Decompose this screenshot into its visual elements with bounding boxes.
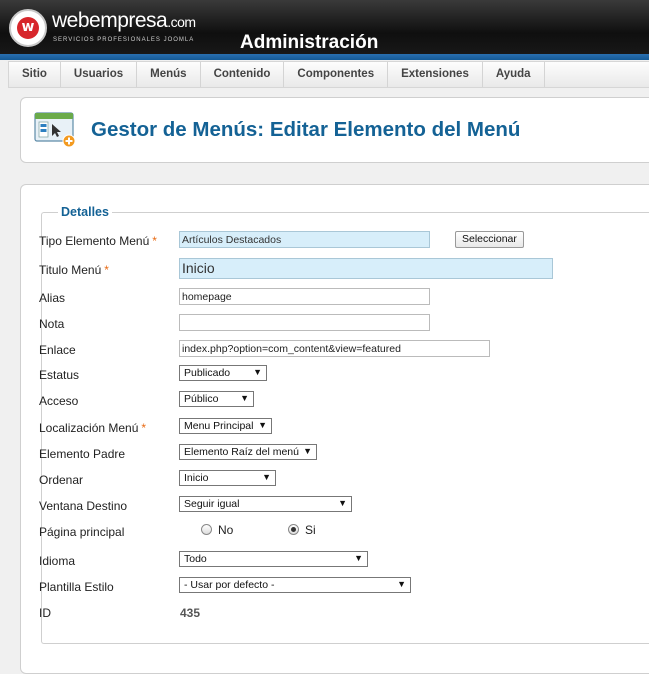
id-value: 435	[180, 606, 201, 620]
label-pagina-principal: Página principal	[39, 525, 125, 539]
header-bar: w webempresa.com SERVICIOS PROFESIONALES…	[0, 0, 649, 60]
row-idioma: Idioma Todo ▼	[39, 551, 639, 571]
menu-item-contenido[interactable]: Contenido	[201, 62, 285, 87]
label-ordenar: Ordenar	[39, 473, 84, 487]
chevron-down-icon: ▼	[338, 498, 347, 508]
label-plantilla: Plantilla Estilo	[39, 580, 114, 594]
menu-item-extensiones[interactable]: Extensiones	[388, 62, 483, 87]
status-select[interactable]: Publicado ▼	[179, 365, 267, 381]
home-radio-no-label: No	[218, 523, 234, 537]
note-input[interactable]	[179, 314, 430, 331]
row-enlace: Enlace index.php?option=com_content&view…	[39, 340, 639, 360]
chevron-down-icon: ▼	[240, 393, 249, 403]
row-localizacion: Localización Menú * Menu Principal ▼	[39, 418, 639, 438]
language-select[interactable]: Todo ▼	[179, 551, 368, 567]
details-legend: Detalles	[58, 205, 112, 219]
admin-title: Administración	[240, 32, 379, 53]
row-alias: Alias homepage	[39, 288, 639, 308]
webempresa-logo-icon[interactable]: w	[9, 9, 47, 47]
row-tipo: Tipo Elemento Menú * Artículos Destacados…	[39, 231, 639, 251]
menu-item-usuarios[interactable]: Usuarios	[61, 62, 138, 87]
home-radio-no[interactable]	[201, 524, 212, 535]
menu-location-select[interactable]: Menu Principal ▼	[179, 418, 272, 434]
brand-name: webempresa.com	[52, 9, 196, 32]
chevron-down-icon: ▼	[258, 420, 267, 430]
chevron-down-icon: ▼	[354, 553, 363, 563]
label-padre: Elemento Padre	[39, 447, 126, 461]
label-tipo: Tipo Elemento Menú *	[39, 234, 157, 248]
menu-item-componentes[interactable]: Componentes	[284, 62, 389, 87]
ordering-select[interactable]: Inicio ▼	[179, 470, 276, 486]
row-plantilla: Plantilla Estilo - Usar por defecto - ▼	[39, 577, 639, 597]
target-window-select[interactable]: Seguir igual ▼	[179, 496, 352, 512]
parent-item-select[interactable]: Elemento Raíz del menú ▼	[179, 444, 317, 460]
tipo-field[interactable]: Artículos Destacados	[179, 231, 430, 248]
label-acceso: Acceso	[39, 394, 79, 408]
label-idioma: Idioma	[39, 554, 76, 568]
template-style-select[interactable]: - Usar por defecto - ▼	[179, 577, 411, 593]
page-title: Gestor de Menús: Editar Elemento del Men…	[91, 118, 521, 141]
row-id: ID 435	[39, 603, 639, 623]
label-localizacion: Localización Menú *	[39, 421, 147, 435]
menu-item-ayuda[interactable]: Ayuda	[483, 62, 545, 87]
row-nota: Nota	[39, 314, 639, 334]
row-estatus: Estatus Publicado ▼	[39, 365, 639, 385]
menu-item-sitio[interactable]: Sitio	[9, 62, 61, 87]
home-radio-si-label: Si	[305, 523, 316, 537]
link-input[interactable]: index.php?option=com_content&view=featur…	[179, 340, 490, 357]
row-titulo: Titulo Menú * Inicio	[39, 258, 639, 280]
header-stripe	[0, 54, 649, 60]
menu-item-menus[interactable]: Menús	[137, 62, 201, 87]
label-alias: Alias	[39, 291, 66, 305]
menu-manager-add-icon	[34, 112, 76, 148]
brand-tagline: SERVICIOS PROFESIONALES JOOMLA	[53, 37, 195, 43]
label-enlace: Enlace	[39, 343, 76, 357]
chevron-down-icon: ▼	[262, 472, 271, 482]
row-padre: Elemento Padre Elemento Raíz del menú ▼	[39, 444, 639, 464]
label-titulo: Titulo Menú *	[39, 263, 109, 277]
chevron-down-icon: ▼	[303, 446, 312, 456]
select-type-button[interactable]: Seleccionar	[455, 231, 524, 248]
label-nota: Nota	[39, 317, 65, 331]
label-id: ID	[39, 606, 51, 620]
home-radio-si[interactable]	[288, 524, 299, 535]
main-menu-bar: Sitio Usuarios Menús Contenido Component…	[8, 61, 649, 88]
title-panel: Gestor de Menús: Editar Elemento del Men…	[20, 97, 649, 163]
row-ventana: Ventana Destino Seguir igual ▼	[39, 496, 639, 516]
row-ordenar: Ordenar Inicio ▼	[39, 470, 639, 490]
access-select[interactable]: Público ▼	[179, 391, 254, 407]
row-pagina-principal: Página principal No Si	[39, 522, 639, 542]
alias-input[interactable]: homepage	[179, 288, 430, 305]
label-estatus: Estatus	[39, 368, 80, 382]
chevron-down-icon: ▼	[253, 367, 262, 377]
label-ventana: Ventana Destino	[39, 499, 128, 513]
chevron-down-icon: ▼	[397, 579, 406, 589]
title-input[interactable]: Inicio	[179, 258, 553, 279]
row-acceso: Acceso Público ▼	[39, 391, 639, 411]
